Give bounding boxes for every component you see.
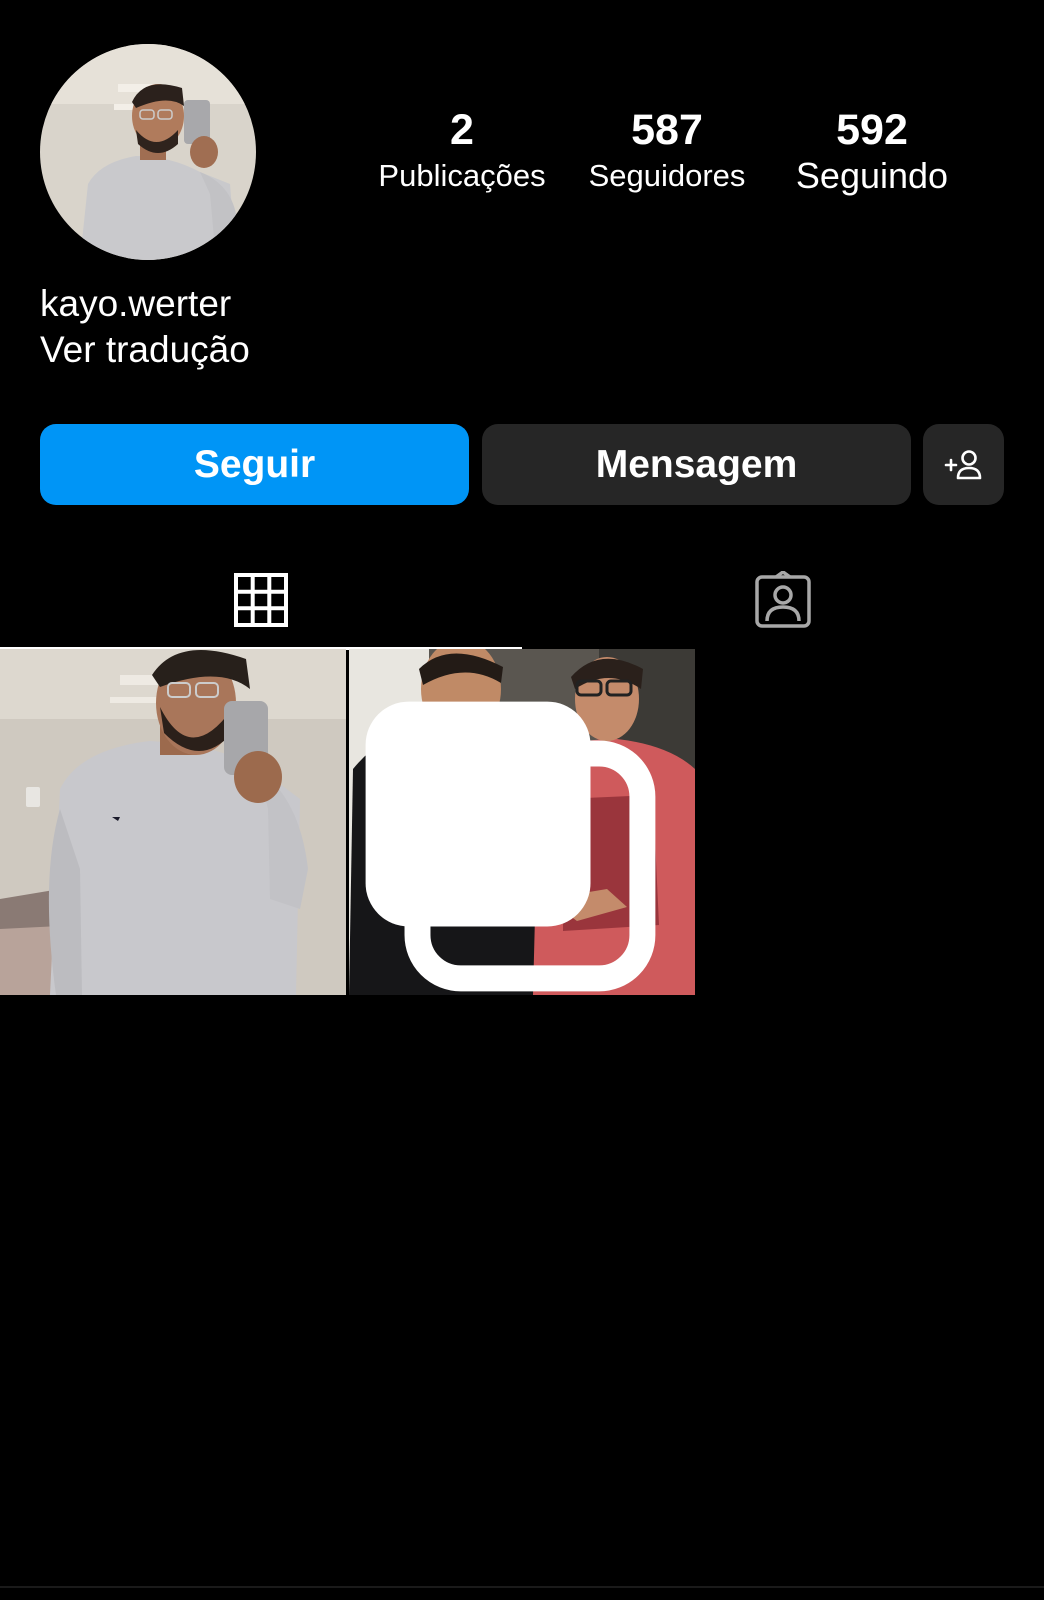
profile-stats: 2 Publicações 587 Seguidores 592 Seguind… [362, 104, 972, 214]
multiple-photos-icon [365, 701, 656, 992]
post-photo [0, 649, 346, 995]
tagged-person-icon [755, 571, 811, 628]
add-person-icon [944, 449, 981, 479]
stat-posts[interactable]: 2 Publicações [362, 104, 562, 214]
profile-username: kayo.werter [40, 283, 232, 324]
profile-tabs [0, 552, 1044, 650]
post-thumbnail[interactable] [0, 649, 346, 995]
stat-following[interactable]: 592 Seguindo [772, 104, 972, 214]
bottom-divider [0, 1586, 1044, 1588]
following-label: Seguindo [795, 155, 949, 196]
posts-label: Publicações [378, 158, 546, 193]
avatar-photo [40, 44, 256, 260]
profile-avatar[interactable] [40, 44, 256, 260]
followers-count: 587 [631, 106, 703, 154]
posts-count: 2 [450, 106, 474, 154]
tab-posts-grid[interactable] [0, 552, 522, 650]
followers-label: Seguidores [588, 158, 746, 193]
message-button[interactable]: Mensagem [482, 424, 911, 505]
tab-tagged[interactable] [522, 552, 1044, 648]
grid-icon [234, 573, 288, 627]
post-thumbnail[interactable] [349, 649, 695, 995]
translate-link[interactable]: Ver tradução [40, 328, 250, 372]
suggest-people-button[interactable] [923, 424, 1004, 505]
follow-button[interactable]: Seguir [40, 424, 469, 505]
stat-followers[interactable]: 587 Seguidores [567, 104, 767, 214]
following-count: 592 [836, 106, 908, 154]
